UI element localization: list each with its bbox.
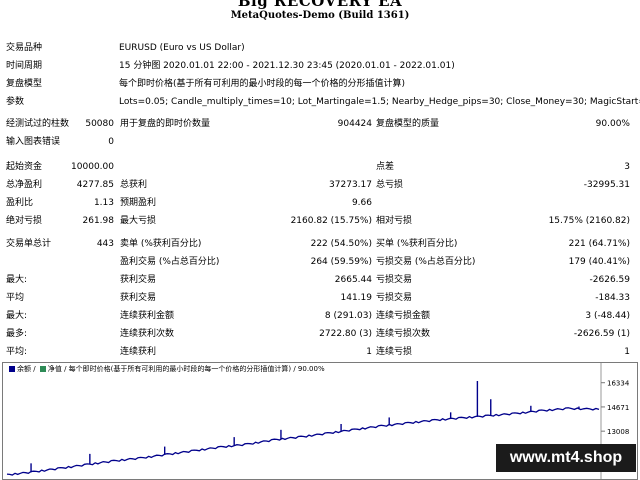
- trade-label-1: 平均:: [6, 347, 28, 357]
- trade-value-2: 141.19: [340, 293, 373, 303]
- trade-value-3: -2626.59: [589, 275, 630, 285]
- stat-value-3: -32995.31: [583, 180, 630, 190]
- trade-row: 平均 获利交易 141.19 亏损交易 -184.33: [0, 292, 640, 305]
- info-row: 复盘模型 每个即时价格(基于所有可利用的最小时段的每一个价格的分形插值计算): [0, 78, 640, 91]
- info-row: 时间周期 15 分钟图 2020.01.01 22:00 - 2021.12.30…: [0, 60, 640, 73]
- info-value: EURUSD (Euro vs US Dollar): [119, 43, 245, 53]
- trade-label-1: 最大:: [6, 275, 28, 285]
- info-value: 每个即时价格(基于所有可利用的最小时段的每一个价格的分形插值计算): [119, 79, 406, 89]
- bars-value: 50080: [85, 119, 114, 129]
- stat-row: 总净盈利 4277.85 总获利 37273.17 总亏损 -32995.31: [0, 179, 640, 192]
- stat-value-3: 3: [624, 162, 630, 172]
- info-row: 参数 Lots=0.05; Candle_multiply_times=10; L…: [0, 96, 640, 109]
- y-tick-label: 14671: [607, 404, 629, 412]
- trade-row: 平均: 连续获利 1 连续亏损 1: [0, 346, 640, 359]
- info-value: Lots=0.05; Candle_multiply_times=10; Lot…: [119, 97, 640, 107]
- info-label: 复盘模型: [6, 79, 43, 89]
- trade-value-3: 1: [624, 347, 630, 357]
- info-label: 时间周期: [6, 61, 43, 71]
- trade-value-2: 264 (59.59%): [310, 257, 372, 267]
- y-tick-label: 16334: [607, 380, 630, 388]
- trade-row: 交易单总计 443 卖单 (%获利百分比) 222 (54.50%) 买单 (%获利百分…: [0, 238, 640, 251]
- trade-label-1: 最大:: [6, 311, 28, 321]
- report-subtitle: MetaQuotes-Demo (Build 1361): [230, 10, 410, 21]
- stat-value-1: 4277.85: [76, 180, 114, 190]
- trade-value-3: -184.33: [595, 293, 630, 303]
- bars-row: 经测试过的柱数 50080 用于复盘的即时价数量 904424 复盘模型的质量 …: [0, 118, 640, 131]
- stat-row: 起始资金 10000.00 点差 3: [0, 161, 640, 174]
- trade-row: 最大: 获利交易 2665.44 亏损交易 -2626.59: [0, 274, 640, 287]
- stat-value-2: 37273.17: [329, 180, 372, 190]
- trade-row: 最多: 连续获利次数 2722.80 (3) 连续亏损次数 -2626.59 (1): [0, 328, 640, 341]
- stat-value-1: 1.13: [93, 198, 114, 208]
- trade-value-3: -2626.59 (1): [573, 329, 630, 339]
- errors-row: 输入图表错误 0: [0, 136, 640, 149]
- stat-value-2: 9.66: [351, 198, 372, 208]
- errors-value: 0: [108, 137, 114, 147]
- stat-value-1: 261.98: [82, 216, 115, 226]
- trade-value-1: 443: [96, 239, 114, 249]
- trade-value-3: 3 (-48.44): [585, 311, 630, 321]
- stat-value-3: 15.75% (2160.82): [548, 216, 630, 226]
- watermark-label: www.mt4.shop: [496, 444, 636, 472]
- info-row: 交易品种 EURUSD (Euro vs US Dollar): [0, 42, 640, 55]
- trade-value-2: 1: [366, 347, 372, 357]
- stat-value-1: 10000.00: [71, 162, 114, 172]
- trade-row: 最大: 连续获利金额 8 (291.03) 连续亏损金额 3 (-48.44): [0, 310, 640, 323]
- trade-value-3: 179 (40.41%): [568, 257, 630, 267]
- trade-value-3: 221 (64.71%): [568, 239, 630, 249]
- info-label: 参数: [6, 97, 25, 107]
- trade-row: 盈利交易 (%占总百分比) 264 (59.59%) 亏损交易 (%占总百分比) 17…: [0, 256, 640, 269]
- ticks-value: 904424: [337, 119, 372, 129]
- trade-value-2: 8 (291.03): [324, 311, 372, 321]
- stat-row: 盈利比 1.13 预期盈利 9.66: [0, 197, 640, 210]
- trade-label-1: 平均: [6, 293, 25, 303]
- trade-value-2: 2722.80 (3): [319, 329, 372, 339]
- info-label: 交易品种: [6, 43, 43, 53]
- trade-label-1: 最多:: [6, 329, 28, 339]
- trade-value-2: 2665.44: [334, 275, 372, 285]
- quality-value: 90.00%: [595, 119, 630, 129]
- stat-value-2: 2160.82 (15.75%): [290, 216, 372, 226]
- stat-row: 绝对亏损 261.98 最大亏损 2160.82 (15.75%) 相对亏损 15.75%…: [0, 215, 640, 228]
- y-tick-label: 13008: [607, 428, 629, 436]
- info-value: 15 分钟图 2020.01.01 22:00 - 2021.12.30 23:…: [119, 61, 455, 71]
- trade-value-2: 222 (54.50%): [310, 239, 372, 249]
- report-title: Big RECOVERY EA: [237, 0, 403, 10]
